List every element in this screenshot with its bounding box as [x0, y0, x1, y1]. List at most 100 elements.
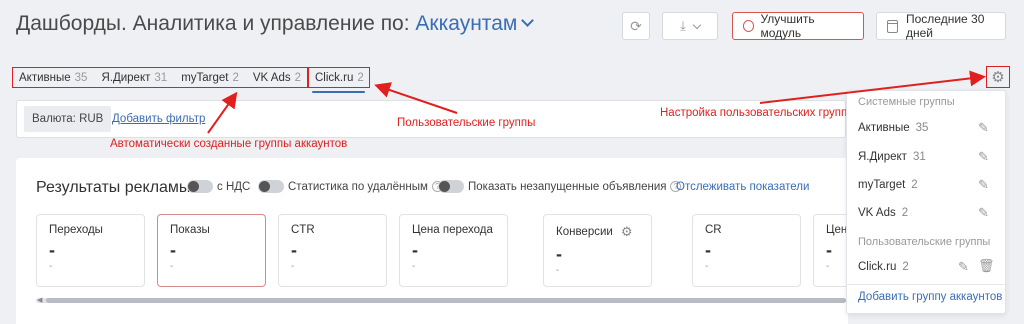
chevron-down-icon	[521, 14, 535, 27]
dropdown-divider	[846, 284, 1006, 285]
tab-label: myTarget	[181, 71, 229, 84]
tab-count: 2	[294, 71, 302, 84]
vat-label: с НДС	[217, 180, 251, 193]
pencil-icon[interactable]: ✎	[978, 205, 989, 221]
tab-count: 35	[74, 71, 88, 84]
metric-label: Цен	[826, 224, 848, 236]
metric-card-conversions[interactable]: Конверсии ⚙ - -	[543, 214, 652, 287]
upgrade-module-button[interactable]: Улучшить модуль	[732, 12, 864, 40]
dropdown-item-click-ru[interactable]: Click.ru 2	[858, 261, 909, 273]
currency-filter-chip[interactable]: Валюта: RUB	[24, 106, 112, 132]
metric-delta: -	[826, 261, 830, 272]
trash-icon[interactable]: 🗑	[978, 258, 995, 274]
not-started-toggle[interactable]	[438, 180, 464, 193]
item-label: VK Ads	[858, 207, 896, 219]
results-title: Результаты рекламы	[36, 179, 191, 196]
metric-card-ctr[interactable]: CTR - -	[278, 214, 387, 287]
item-count: 2	[901, 207, 909, 219]
metric-value: -	[705, 240, 711, 260]
annotation-auto-groups: Автоматически созданные группы аккаунтов	[110, 138, 348, 150]
metric-label: Конверсии	[556, 226, 613, 238]
metric-card-impressions[interactable]: Показы - -	[157, 214, 266, 287]
vat-toggle[interactable]	[187, 180, 213, 193]
dropdown-item-mytarget[interactable]: myTarget 2	[858, 179, 918, 191]
item-label: Click.ru	[858, 261, 897, 273]
refresh-button[interactable]: ⟳	[622, 12, 650, 40]
chevron-down-icon	[692, 20, 702, 29]
gear-icon: ⚙	[991, 69, 1005, 86]
metric-card-cr[interactable]: CR - -	[692, 214, 801, 287]
tab-count: 2	[232, 71, 239, 84]
tab-count: 2	[357, 71, 364, 84]
tab-yandex-direct[interactable]: Я.Директ 31	[101, 72, 167, 84]
metric-card-cpc[interactable]: Цена перехода - -	[399, 214, 508, 287]
item-count: 2	[902, 261, 909, 273]
add-account-group-link[interactable]: Добавить группу аккаунтов	[858, 291, 1002, 303]
gear-icon[interactable]: ⚙	[621, 224, 633, 240]
metric-label: Показы	[170, 224, 210, 236]
tab-vk-ads[interactable]: VK Ads 2	[253, 72, 301, 84]
metric-value: -	[556, 244, 562, 264]
tab-mytarget[interactable]: myTarget 2	[181, 72, 239, 84]
annotation-settings: Настройка пользовательских групп	[660, 107, 848, 119]
vat-toggle-row: с НДС	[187, 180, 250, 193]
download-icon: ⤓	[680, 18, 686, 33]
pencil-icon[interactable]: ✎	[978, 149, 989, 165]
page-title-text: Дашборды. Аналитика и управление по:	[16, 12, 410, 35]
tab-label: Click.ru	[315, 71, 354, 84]
item-count: 2	[911, 179, 918, 191]
pencil-icon[interactable]: ✎	[978, 177, 989, 193]
tab-label: Я.Директ	[101, 71, 151, 84]
period-selector[interactable]: Последние 30 дней	[876, 12, 1006, 40]
item-label: Активные	[858, 122, 910, 134]
metric-label: CR	[705, 224, 722, 236]
metric-label-row: Конверсии ⚙	[556, 224, 639, 240]
download-button[interactable]: ⤓	[662, 12, 718, 40]
metric-delta: -	[170, 261, 174, 272]
metric-delta: -	[556, 265, 560, 276]
dropdown-item-active[interactable]: Активные 35	[858, 122, 928, 134]
item-count: 35	[915, 122, 929, 134]
metric-delta: -	[291, 261, 295, 272]
metric-value: -	[412, 240, 418, 260]
scope-label: Аккаунтам	[415, 12, 518, 35]
group-settings-button[interactable]: ⚙	[986, 66, 1010, 88]
calendar-icon	[887, 19, 898, 33]
metric-label: Переходы	[49, 224, 103, 236]
upgrade-icon	[743, 20, 755, 32]
auto-groups-tabs: Активные 35 Я.Директ 31 myTarget 2 VK Ads 2	[12, 67, 309, 88]
custom-groups-tabs: Click.ru 2	[308, 67, 370, 88]
not-started-label: Показать незапущенные объявления	[468, 180, 667, 193]
deleted-stats-toggle[interactable]	[258, 180, 284, 193]
scroll-left-icon[interactable]: ◀	[37, 296, 42, 304]
custom-groups-header: Пользовательские группы	[858, 236, 991, 248]
pencil-icon[interactable]: ✎	[978, 120, 989, 136]
track-metrics-link[interactable]: Отслеживать показатели	[676, 181, 809, 193]
refresh-icon: ⟳	[630, 17, 642, 34]
deleted-toggle-row: Статистика по удалённым ?	[258, 180, 443, 193]
metric-value: -	[291, 240, 297, 260]
metric-delta: -	[412, 261, 416, 272]
tab-active[interactable]: Активные 35	[19, 72, 87, 84]
metric-value: -	[826, 240, 832, 260]
item-count: 31	[912, 151, 926, 163]
pencil-icon[interactable]: ✎	[958, 259, 969, 275]
not-started-toggle-row: Показать незапущенные объявления ?	[438, 180, 682, 193]
tab-click-ru[interactable]: Click.ru 2	[315, 72, 364, 84]
add-filter-link[interactable]: Добавить фильтр	[112, 113, 205, 125]
tab-count: 31	[154, 71, 168, 84]
cards-scrollbar-thumb[interactable]	[46, 298, 846, 303]
dropdown-item-vk-ads[interactable]: VK Ads 2	[858, 207, 908, 219]
currency-filter-label: Валюта: RUB	[32, 113, 104, 125]
deleted-stats-label: Статистика по удалённым	[288, 180, 428, 193]
metric-delta: -	[705, 261, 709, 272]
system-groups-header: Системные группы	[858, 96, 955, 108]
metric-card-clicks[interactable]: Переходы - -	[36, 214, 145, 287]
tab-label: Активные	[19, 71, 71, 84]
scope-selector[interactable]: Аккаунтам	[415, 12, 535, 35]
metric-value: -	[49, 240, 55, 260]
dropdown-item-yandex-direct[interactable]: Я.Директ 31	[858, 151, 926, 163]
item-label: myTarget	[858, 179, 906, 191]
active-tab-indicator	[312, 91, 365, 93]
metric-value: -	[170, 240, 176, 260]
